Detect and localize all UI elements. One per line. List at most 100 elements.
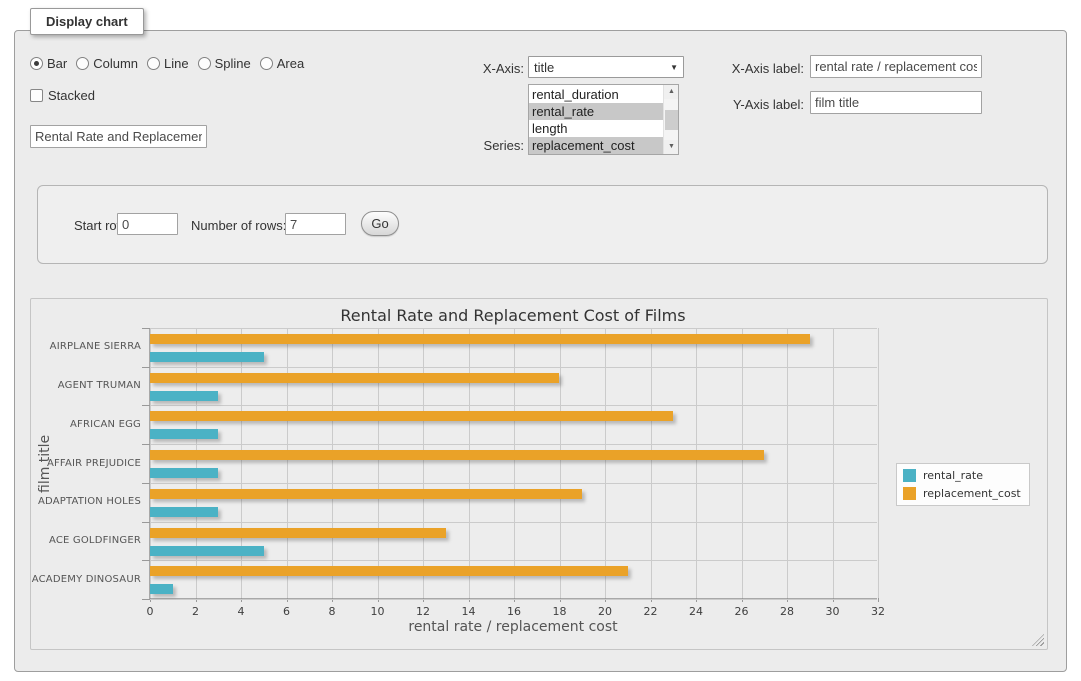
series-option-rental_rate[interactable]: rental_rate: [529, 103, 663, 120]
num-rows-input[interactable]: [285, 213, 346, 235]
gridline: [742, 328, 743, 598]
scroll-down-icon[interactable]: ▼: [664, 140, 679, 154]
x-tick-label: 22: [631, 605, 671, 618]
series-scrollbar[interactable]: ▲ ▼: [663, 85, 678, 154]
gridline: [150, 444, 877, 445]
radio-option-column[interactable]: Column: [76, 56, 138, 71]
y-axis-label-input[interactable]: [810, 91, 982, 114]
y-tick: [142, 444, 150, 445]
bar-rental_rate: [150, 507, 218, 517]
x-axis-selected-value: title: [534, 60, 670, 75]
x-tick-label: 28: [767, 605, 807, 618]
legend-swatch: [903, 487, 916, 500]
chart-type-radios: Bar Column Line Spline Area: [30, 56, 304, 71]
stacked-checkbox[interactable]: [30, 89, 43, 102]
gridline: [241, 328, 242, 598]
bar-rental_rate: [150, 352, 264, 362]
panel-title: Display chart: [30, 8, 144, 35]
bar-replacement_cost: [150, 334, 810, 344]
series-listbox-items: rental_durationrental_ratelengthreplacem…: [529, 86, 663, 154]
gridline: [378, 328, 379, 598]
go-button[interactable]: Go: [361, 211, 399, 236]
category-label: AIRPLANE SIERRA: [1, 341, 141, 352]
series-option-length[interactable]: length: [529, 120, 663, 137]
bar-replacement_cost: [150, 450, 764, 460]
radio-icon: [76, 57, 89, 70]
stacked-checkbox-row[interactable]: Stacked: [30, 88, 95, 103]
chart-title-input[interactable]: [30, 125, 207, 148]
gridline: [423, 328, 424, 598]
x-tick: [878, 598, 879, 602]
num-rows-label: Number of rows:: [191, 218, 286, 233]
gridline: [878, 328, 879, 598]
gridline: [150, 483, 877, 484]
chart-title: Rental Rate and Replacement Cost of Film…: [149, 306, 877, 325]
gridline: [787, 328, 788, 598]
legend-item: replacement_cost: [903, 487, 1021, 500]
x-tick-label: 20: [585, 605, 625, 618]
bar-replacement_cost: [150, 528, 446, 538]
gridline: [514, 328, 515, 598]
radio-label: Column: [93, 56, 138, 71]
x-tick-label: 0: [130, 605, 170, 618]
plot-area: 02468101214161820222426283032AIRPLANE SI…: [149, 328, 877, 599]
gridline: [696, 328, 697, 598]
x-tick-label: 6: [267, 605, 307, 618]
row-range-panel: [37, 185, 1048, 264]
x-tick-label: 18: [540, 605, 580, 618]
scrollbar-thumb[interactable]: [665, 110, 678, 130]
gridline: [150, 405, 877, 406]
y-tick: [142, 522, 150, 523]
x-axis-label-input[interactable]: [810, 55, 982, 78]
bar-replacement_cost: [150, 373, 559, 383]
radio-icon: [30, 57, 43, 70]
x-axis-label-label: X-Axis label:: [674, 61, 804, 76]
radio-icon: [198, 57, 211, 70]
y-tick: [142, 328, 150, 329]
radio-option-area[interactable]: Area: [260, 56, 304, 71]
x-tick-label: 30: [813, 605, 853, 618]
radio-option-bar[interactable]: Bar: [30, 56, 67, 71]
series-select-label: Series:: [420, 138, 524, 153]
y-tick: [142, 599, 150, 600]
category-label: AFFAIR PREJUDICE: [1, 458, 141, 469]
x-tick-label: 26: [722, 605, 762, 618]
x-tick-label: 2: [176, 605, 216, 618]
gridline: [196, 328, 197, 598]
gridline: [287, 328, 288, 598]
radio-icon: [147, 57, 160, 70]
chart-container: Rental Rate and Replacement Cost of Film…: [30, 298, 1048, 650]
series-option-rental_duration[interactable]: rental_duration: [529, 86, 663, 103]
x-tick-label: 32: [858, 605, 898, 618]
bar-rental_rate: [150, 468, 218, 478]
bar-rental_rate: [150, 391, 218, 401]
radio-option-spline[interactable]: Spline: [198, 56, 251, 71]
resize-grip-icon[interactable]: [1032, 634, 1044, 646]
radio-icon: [260, 57, 273, 70]
x-tick-label: 10: [358, 605, 398, 618]
legend-label: rental_rate: [923, 469, 983, 482]
x-tick-label: 12: [403, 605, 443, 618]
radio-label: Area: [277, 56, 304, 71]
series-option-replacement_cost[interactable]: replacement_cost: [529, 137, 663, 154]
y-axis-label-label: Y-Axis label:: [674, 97, 804, 112]
bar-rental_rate: [150, 546, 264, 556]
gridline: [150, 367, 877, 368]
series-listbox[interactable]: rental_durationrental_ratelengthreplacem…: [528, 84, 679, 155]
radio-option-line[interactable]: Line: [147, 56, 189, 71]
gridline: [469, 328, 470, 598]
gridline: [150, 522, 877, 523]
x-axis-select[interactable]: title ▼: [528, 56, 684, 78]
gridline: [150, 328, 151, 598]
chart-legend: rental_rate replacement_cost: [896, 463, 1030, 506]
radio-label: Spline: [215, 56, 251, 71]
category-label: AFRICAN EGG: [1, 419, 141, 430]
bar-replacement_cost: [150, 411, 673, 421]
category-label: AGENT TRUMAN: [1, 380, 141, 391]
gridline: [651, 328, 652, 598]
legend-item: rental_rate: [903, 469, 1021, 482]
legend-label: replacement_cost: [923, 487, 1021, 500]
bar-replacement_cost: [150, 489, 582, 499]
gridline: [150, 328, 877, 329]
start-row-input[interactable]: [117, 213, 178, 235]
